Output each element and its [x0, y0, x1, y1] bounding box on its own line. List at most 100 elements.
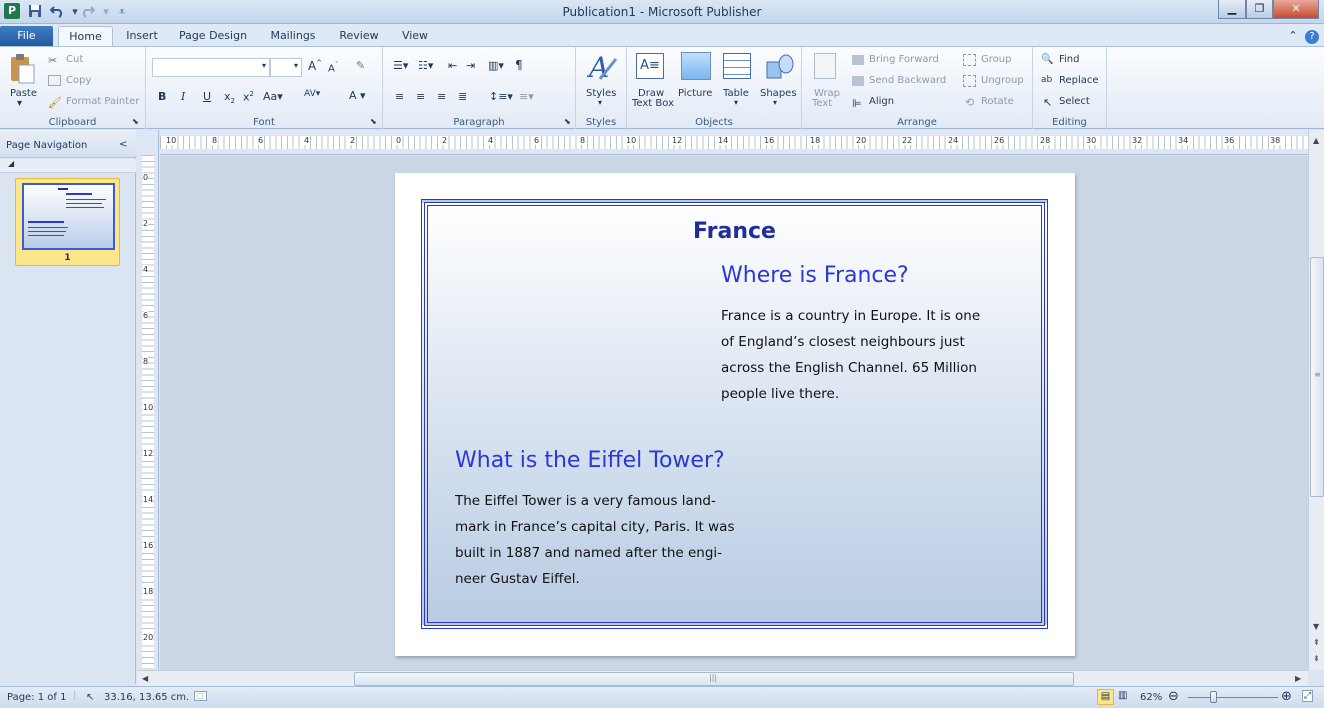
- rotate-button[interactable]: Rotate: [981, 96, 1014, 107]
- where-is-france-text-box[interactable]: France is a country in Europe. It is one…: [721, 303, 1031, 407]
- tab-review[interactable]: Review: [336, 26, 382, 46]
- shrink-font-icon[interactable]: Aˇ: [328, 61, 338, 74]
- grow-font-icon[interactable]: A^: [308, 59, 322, 73]
- group-button[interactable]: Group: [981, 54, 1011, 65]
- scroll-right-icon[interactable]: ▶: [1295, 674, 1301, 683]
- send-backward-button[interactable]: Send Backward: [869, 75, 946, 86]
- tab-view[interactable]: View: [398, 26, 432, 46]
- superscript-icon[interactable]: x2: [243, 90, 254, 104]
- help-icon[interactable]: ?: [1304, 26, 1320, 46]
- select-button[interactable]: Select: [1059, 96, 1090, 107]
- tab-page-design[interactable]: Page Design: [178, 26, 248, 46]
- collapse-pane-icon[interactable]: <: [119, 139, 127, 150]
- font-size-combo[interactable]: ▾: [270, 58, 302, 77]
- shapes-icon[interactable]: [765, 52, 795, 82]
- draw-text-box-icon[interactable]: A≡: [636, 53, 664, 79]
- zoom-slider-track[interactable]: [1188, 697, 1278, 698]
- font-name-combo[interactable]: ▾: [152, 58, 270, 77]
- single-page-view-icon[interactable]: ▤: [1097, 689, 1114, 705]
- styles-icon[interactable]: A: [586, 51, 618, 84]
- tab-insert[interactable]: Insert: [123, 26, 161, 46]
- scroll-down-icon[interactable]: ▼: [1313, 622, 1319, 631]
- horizontal-scrollbar[interactable]: ◀ ||| ▶: [137, 670, 1308, 686]
- section-toggle-icon[interactable]: ◢: [0, 159, 136, 173]
- shapes-button[interactable]: Shapes: [760, 88, 797, 99]
- align-center-icon[interactable]: ≡: [416, 90, 425, 103]
- picture-icon[interactable]: [681, 52, 711, 80]
- table-icon[interactable]: [723, 53, 751, 79]
- bullets-icon[interactable]: ☰▾: [393, 59, 408, 72]
- scroll-up-icon[interactable]: ▲: [1313, 136, 1319, 145]
- tab-mailings[interactable]: Mailings: [268, 26, 318, 46]
- close-button[interactable]: ✕: [1273, 0, 1319, 19]
- paste-icon[interactable]: [8, 53, 38, 84]
- ungroup-button[interactable]: Ungroup: [981, 75, 1024, 86]
- vertical-scroll-thumb[interactable]: ≡: [1310, 257, 1324, 497]
- minimize-ribbon-icon[interactable]: ⌃: [1286, 26, 1300, 46]
- numbering-icon[interactable]: ☷▾: [418, 59, 433, 72]
- justify-icon[interactable]: ≣: [458, 90, 467, 103]
- align-right-icon[interactable]: ≡: [437, 90, 446, 103]
- publication-page[interactable]: France Where is France? France is a coun…: [395, 173, 1075, 656]
- clear-formatting-icon[interactable]: ✎: [356, 59, 365, 72]
- font-color-icon[interactable]: A ▾: [349, 89, 366, 102]
- copy-button[interactable]: Copy: [66, 75, 91, 86]
- tab-home[interactable]: Home: [58, 26, 113, 46]
- page-thumbnail[interactable]: 1: [15, 178, 120, 266]
- subscript-icon[interactable]: x2: [224, 90, 235, 105]
- columns-icon[interactable]: ▥▾: [488, 59, 504, 72]
- vertical-ruler[interactable]: 0 2 4 6 8 10 12 14 16 18 20: [137, 155, 159, 670]
- h-ruler-label: 10: [626, 136, 638, 145]
- vertical-scrollbar[interactable]: ▲ ≡ ▼ ⇞ ⇟: [1308, 130, 1324, 670]
- next-page-icon[interactable]: ⇟: [1313, 654, 1320, 663]
- page-status[interactable]: Page: 1 of 1: [7, 692, 66, 703]
- horizontal-scroll-thumb[interactable]: |||: [354, 672, 1074, 686]
- shapes-dropdown-icon[interactable]: ▾: [773, 98, 777, 107]
- tab-file[interactable]: File: [0, 26, 53, 46]
- two-page-view-icon[interactable]: ▥: [1118, 690, 1127, 701]
- underline-icon[interactable]: U: [203, 90, 211, 103]
- eiffel-tower-text-box[interactable]: The Eiffel Tower is a very famous land- …: [455, 488, 775, 592]
- increase-indent-icon[interactable]: ⇥: [466, 59, 475, 72]
- character-spacing-icon[interactable]: AV▾: [304, 89, 320, 99]
- show-paragraph-marks-icon[interactable]: ¶: [515, 58, 523, 72]
- zoom-in-icon[interactable]: ⊕: [1281, 689, 1292, 704]
- font-launcher-icon[interactable]: ⬊: [370, 117, 377, 126]
- italic-icon[interactable]: I: [181, 90, 185, 103]
- zoom-level[interactable]: 62%: [1140, 692, 1162, 703]
- document-title[interactable]: France: [425, 219, 1044, 244]
- clipboard-launcher-icon[interactable]: ⬊: [132, 117, 139, 126]
- publication-workspace[interactable]: France Where is France? France is a coun…: [160, 156, 1308, 670]
- paste-button[interactable]: Paste: [10, 88, 37, 99]
- bring-forward-button[interactable]: Bring Forward: [869, 54, 939, 65]
- wrap-text-icon[interactable]: [814, 53, 836, 79]
- align-button[interactable]: Align: [869, 96, 894, 107]
- zoom-out-icon[interactable]: ⊖: [1168, 689, 1179, 704]
- minimize-button[interactable]: ▁: [1218, 0, 1246, 19]
- replace-button[interactable]: Replace: [1059, 75, 1099, 86]
- horizontal-ruler[interactable]: 10 8 6 4 2 0 2 4 6 8 10 12 14 16 18 20 2…: [160, 130, 1308, 155]
- table-dropdown-icon[interactable]: ▾: [734, 98, 738, 107]
- scroll-left-icon[interactable]: ◀: [142, 674, 148, 683]
- wrap-text-label-2[interactable]: Text: [812, 98, 832, 109]
- picture-button[interactable]: Picture: [678, 88, 712, 99]
- align-left-icon[interactable]: ≡: [395, 90, 404, 103]
- line-spacing-icon[interactable]: ↕≡▾: [489, 90, 513, 103]
- draw-text-box-label-2[interactable]: Text Box: [632, 98, 674, 109]
- find-button[interactable]: Find: [1059, 54, 1080, 65]
- cut-button[interactable]: Cut: [66, 54, 83, 65]
- bold-icon[interactable]: B: [158, 90, 166, 103]
- where-is-france-heading[interactable]: Where is France?: [721, 263, 909, 288]
- maximize-button[interactable]: ❐: [1246, 0, 1273, 19]
- paragraph-launcher-icon[interactable]: ⬊: [564, 117, 571, 126]
- paste-dropdown-icon[interactable]: ▾: [17, 98, 22, 109]
- previous-page-icon[interactable]: ⇞: [1313, 638, 1320, 647]
- fit-page-icon[interactable]: ⤢: [1302, 690, 1314, 702]
- change-case-icon[interactable]: Aa▾: [263, 90, 283, 103]
- eiffel-tower-heading[interactable]: What is the Eiffel Tower?: [455, 448, 725, 473]
- styles-dropdown-icon[interactable]: ▾: [598, 98, 602, 107]
- decrease-indent-icon[interactable]: ⇤: [448, 59, 457, 72]
- zoom-slider-thumb[interactable]: [1210, 691, 1217, 703]
- format-painter-button[interactable]: Format Painter: [66, 96, 139, 107]
- paragraph-spacing-icon[interactable]: ≡▾: [519, 90, 534, 103]
